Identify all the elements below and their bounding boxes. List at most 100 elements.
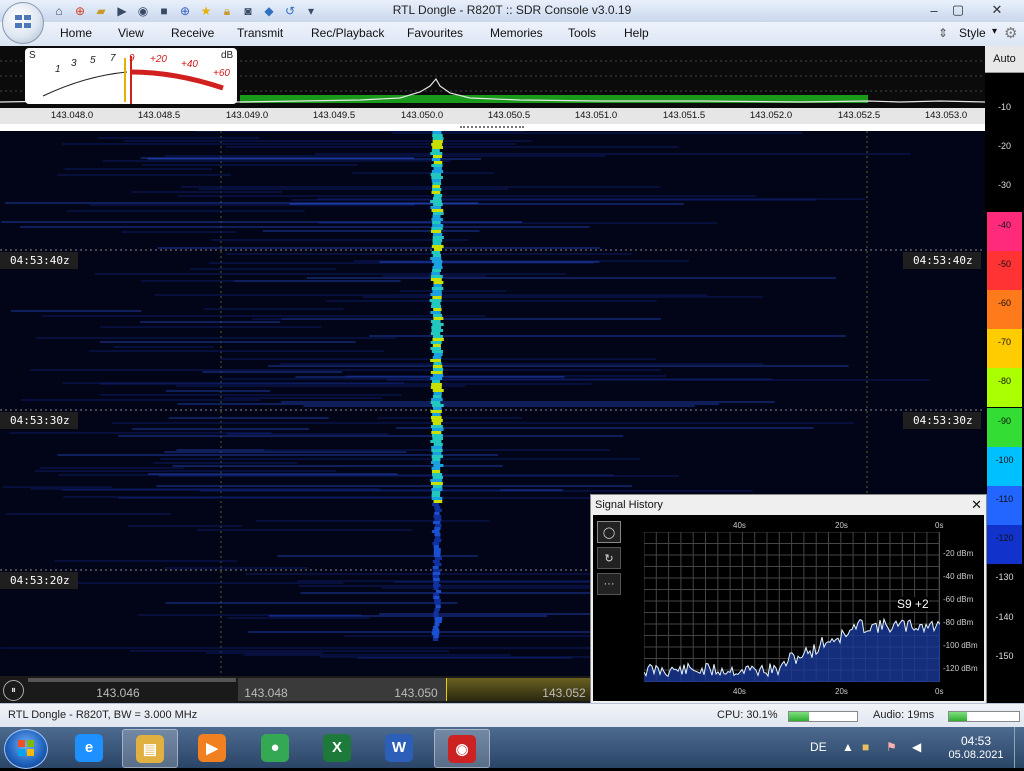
language-indicator[interactable]: DE (810, 740, 827, 754)
time-tick: 40s (733, 687, 746, 696)
audio-meter (948, 711, 1020, 722)
db-label: dB (221, 50, 234, 61)
word-icon: W (385, 733, 413, 762)
meter-plus20: +20 (150, 54, 167, 65)
scale-level-label: -20 (997, 141, 1011, 152)
record-button[interactable]: ◯ (597, 521, 621, 543)
signal-reading: S9 +2 (897, 597, 929, 611)
tab-rec-playback[interactable]: Rec/Playback (311, 26, 384, 40)
tab-tools[interactable]: Tools (568, 26, 596, 40)
scale-level-label: -80 (997, 376, 1011, 387)
scale-color-band (987, 290, 1022, 329)
tab-transmit[interactable]: Transmit (237, 26, 283, 40)
time-tick: 40s (733, 521, 746, 530)
tab-memories[interactable]: Memories (490, 26, 543, 40)
tab-help[interactable]: Help (624, 26, 649, 40)
freq-tick: 143.052.0 (749, 110, 793, 121)
s-meter: S dB 1 3 5 7 9 +20 +40 +60 (25, 48, 237, 104)
scale-color-band (987, 525, 1022, 565)
scale-level-label: -90 (997, 415, 1011, 426)
freq-tick: 143.050.5 (487, 110, 531, 121)
band-freq: 143.052 (542, 686, 586, 700)
freq-tick: 143.050.0 (400, 110, 444, 121)
scale-level-label: -30 (997, 180, 1011, 191)
s-label: S (29, 50, 36, 61)
style-dropdown-arrow-icon[interactable]: ▾ (992, 26, 997, 37)
frequency-axis[interactable]: 143.048.0 143.048.5 143.049.0 143.049.5 … (0, 108, 985, 124)
app-logo-icon (13, 12, 33, 32)
cpu-meter (788, 711, 858, 722)
scale-color-band (987, 407, 1022, 447)
taskbar-sdr-console[interactable]: ◉ (434, 729, 490, 768)
meter-s1: 1 (55, 64, 61, 75)
app-menu-button[interactable] (2, 2, 44, 44)
scale-level-label: -60 (997, 298, 1011, 308)
cpu-label: CPU: 30.1% (717, 709, 778, 721)
maximize-button[interactable]: ▢ (946, 0, 970, 20)
minimize-button[interactable]: – (922, 0, 946, 20)
meter-s5: 5 (90, 55, 96, 66)
taskbar-file-explorer[interactable]: ▤ (122, 729, 178, 768)
signal-history-panel: Signal History ✕ ◯ ↻ ··· 40s 20s 0s 40s … (590, 494, 987, 704)
freq-tick: 143.053.0 (924, 110, 968, 121)
more-options-button[interactable]: ··· (597, 573, 621, 595)
meter-plus40: +40 (181, 59, 198, 70)
dbm-tick: -40 dBm (943, 572, 974, 581)
freq-tick: 143.049.5 (312, 110, 356, 121)
audio-label: Audio: 19ms (873, 709, 935, 721)
windows-logo-icon (18, 740, 34, 756)
device-icon[interactable]: ■ (862, 740, 869, 754)
show-hidden-icons-icon[interactable]: ▲ (842, 740, 854, 754)
level-scale[interactable]: -10 -20 -30 -40 -50 -60 -70 -80 -90 -100 -110 -120 -… (985, 46, 1024, 703)
scale-color-band (987, 211, 1022, 251)
sort-icon[interactable]: ⇕ (938, 26, 948, 40)
freq-tick: 143.048.0 (50, 110, 94, 121)
gear-icon[interactable]: ⚙ (1004, 24, 1017, 42)
pause-icon[interactable]: ⏸ (3, 680, 24, 701)
band-freq: 143.048 (244, 686, 288, 700)
internet-explorer-icon: e (75, 733, 103, 762)
auto-scale-button[interactable]: Auto (985, 46, 1024, 73)
splitter-handle[interactable] (0, 124, 985, 131)
file-explorer-icon: ▤ (136, 734, 164, 763)
style-menu[interactable]: Style (959, 26, 986, 40)
tab-view[interactable]: View (118, 26, 144, 40)
scale-level-label: -70 (997, 337, 1011, 348)
ribbon-tabs: Home View Receive Transmit Rec/Playback … (0, 22, 1024, 47)
taskbar-word[interactable]: W (372, 729, 426, 766)
dbm-tick: -60 dBm (943, 595, 974, 604)
taskbar-chrome[interactable]: ● (248, 729, 302, 766)
clock-date[interactable]: 05.08.2021 (941, 749, 1011, 761)
scale-level-label: -130 (995, 572, 1014, 583)
frequency-band-bar[interactable]: ⏸ 143.046 143.048 143.050 143.052 (0, 676, 590, 703)
clock-time[interactable]: 04:53 (941, 734, 1011, 748)
dbm-tick: -100 dBm (943, 641, 978, 650)
speaker-icon[interactable]: ◀ (912, 740, 921, 754)
tab-favourites[interactable]: Favourites (407, 26, 463, 40)
start-button[interactable] (4, 729, 48, 769)
taskbar-excel[interactable]: X (310, 729, 364, 766)
time-tick: 0s (935, 521, 944, 530)
signal-history-graph (644, 532, 940, 682)
scale-level-label: -40 (997, 219, 1011, 230)
freq-tick: 143.052.5 (837, 110, 881, 121)
scale-color-band (987, 368, 1022, 408)
time-tick: 20s (835, 687, 848, 696)
taskbar-media-player[interactable]: ▶ (185, 729, 239, 766)
reset-button[interactable]: ↻ (597, 547, 621, 569)
tab-receive[interactable]: Receive (171, 26, 214, 40)
taskbar-internet-explorer[interactable]: e (62, 729, 116, 766)
media-player-icon: ▶ (198, 733, 226, 762)
freq-tick: 143.051.0 (574, 110, 618, 121)
flag-icon[interactable]: ⚑ (886, 740, 897, 754)
window-title: RTL Dongle - R820T :: SDR Console v3.0.1… (392, 3, 632, 17)
time-label-left: 04:53:20z (0, 572, 78, 589)
time-label-right: 04:53:30z (903, 412, 981, 429)
meter-s3: 3 (71, 58, 77, 69)
close-button[interactable]: ✕ (972, 0, 1022, 20)
time-tick: 0s (935, 687, 944, 696)
close-icon[interactable]: ✕ (971, 497, 982, 513)
tab-home[interactable]: Home (60, 26, 92, 40)
show-desktop-button[interactable] (1014, 727, 1024, 768)
scale-level-label: -110 (995, 494, 1014, 504)
